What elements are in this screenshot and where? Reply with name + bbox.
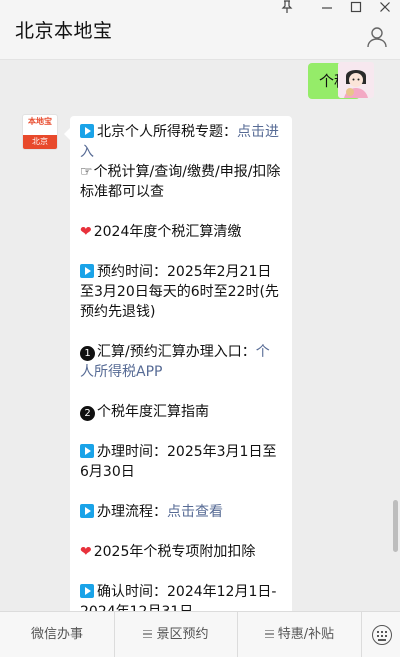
play-icon <box>80 124 94 138</box>
handle-time: 办理时间：2025年3月1日至6月30日 <box>80 444 277 480</box>
confirm-paragraph: 确认时间：2024年12月1日-2024年12月31日 <box>80 582 282 611</box>
title-bar: 北京本地宝 <box>0 0 400 60</box>
confirm-time: 确认时间：2024年12月1日-2024年12月31日 <box>80 584 277 611</box>
keyboard-toggle-button[interactable] <box>362 612 400 657</box>
heart-icon: ❤ <box>80 544 92 560</box>
pointing-hand-icon: ☞ <box>80 164 93 180</box>
entry-paragraph: 1 汇算/预约汇算办理入口：个人所得税APP <box>80 342 282 382</box>
play-icon <box>80 504 94 518</box>
guide-paragraph: 2 个税年度汇算指南 <box>80 402 282 422</box>
received-message-bubble: 北京个人所得税专题：点击进入 ☞个税计算/查询/缴费/申报/扣除标准都可以查 ❤… <box>64 116 292 611</box>
chat-scrollbar[interactable] <box>393 500 398 552</box>
user-avatar[interactable] <box>338 62 374 98</box>
menu-item-label: 特惠/补贴 <box>277 627 335 642</box>
submenu-icon <box>264 630 274 638</box>
section2-paragraph: ❤ 2025年个税专项附加扣除 <box>80 542 282 562</box>
section2-title: 2025年个税专项附加扣除 <box>93 544 256 560</box>
menu-item-wechat-services[interactable]: 微信办事 <box>0 612 115 657</box>
entry-text: 汇算/预约汇算办理入口： <box>97 344 256 360</box>
official-account-avatar[interactable]: 本地宝 北京 <box>22 114 58 150</box>
avatar-city: 北京 <box>23 135 57 149</box>
minimize-icon[interactable] <box>316 0 338 18</box>
menu-item-label: 微信办事 <box>30 627 83 642</box>
intro-note: 个税计算/查询/缴费/申报/扣除标准都可以查 <box>80 164 281 200</box>
bottom-menu: 微信办事 景区预约 特惠/补贴 <box>0 611 400 657</box>
avatar-brand: 本地宝 <box>28 117 52 126</box>
handle-time-paragraph: 办理时间：2025年3月1日至6月30日 <box>80 442 282 482</box>
process-paragraph: 办理流程：点击查看 <box>80 502 282 522</box>
play-icon <box>80 264 94 278</box>
play-icon <box>80 584 94 598</box>
pin-icon[interactable] <box>276 0 298 18</box>
booking-time: 预约时间：2025年2月21日至3月20日每天的6时至22时(先预约先退钱) <box>80 264 279 320</box>
keyboard-icon <box>372 625 392 645</box>
submenu-icon <box>143 630 153 638</box>
play-icon <box>80 444 94 458</box>
process-text: 办理流程： <box>97 504 167 520</box>
guide-title: 个税年度汇算指南 <box>97 404 209 420</box>
menu-item-discounts[interactable]: 特惠/补贴 <box>238 612 362 657</box>
close-icon[interactable] <box>374 0 396 18</box>
number-one-icon: 1 <box>80 346 95 361</box>
intro-text: 北京个人所得税专题： <box>97 124 237 140</box>
number-two-icon: 2 <box>80 406 95 421</box>
profile-icon[interactable] <box>366 26 388 48</box>
section1-paragraph: ❤ 2024年度个税汇算清缴 <box>80 222 282 242</box>
booking-paragraph: 预约时间：2025年2月21日至3月20日每天的6时至22时(先预约先退钱) <box>80 262 282 322</box>
chat-title: 北京本地宝 <box>15 20 113 42</box>
menu-item-scenic-booking[interactable]: 景区预约 <box>115 612 238 657</box>
intro-paragraph: 北京个人所得税专题：点击进入 ☞个税计算/查询/缴费/申报/扣除标准都可以查 <box>80 122 282 202</box>
heart-icon: ❤ <box>80 224 92 240</box>
process-link[interactable]: 点击查看 <box>167 504 223 520</box>
maximize-icon[interactable] <box>345 0 367 18</box>
chat-area[interactable]: 个税 本地宝 北京 北京个人所得税专题：点击进入 ☞个税计算/查询/缴费/申报/… <box>0 60 400 611</box>
menu-item-label: 景区预约 <box>156 627 209 642</box>
section1-title: 2024年度个税汇算清缴 <box>93 224 242 240</box>
